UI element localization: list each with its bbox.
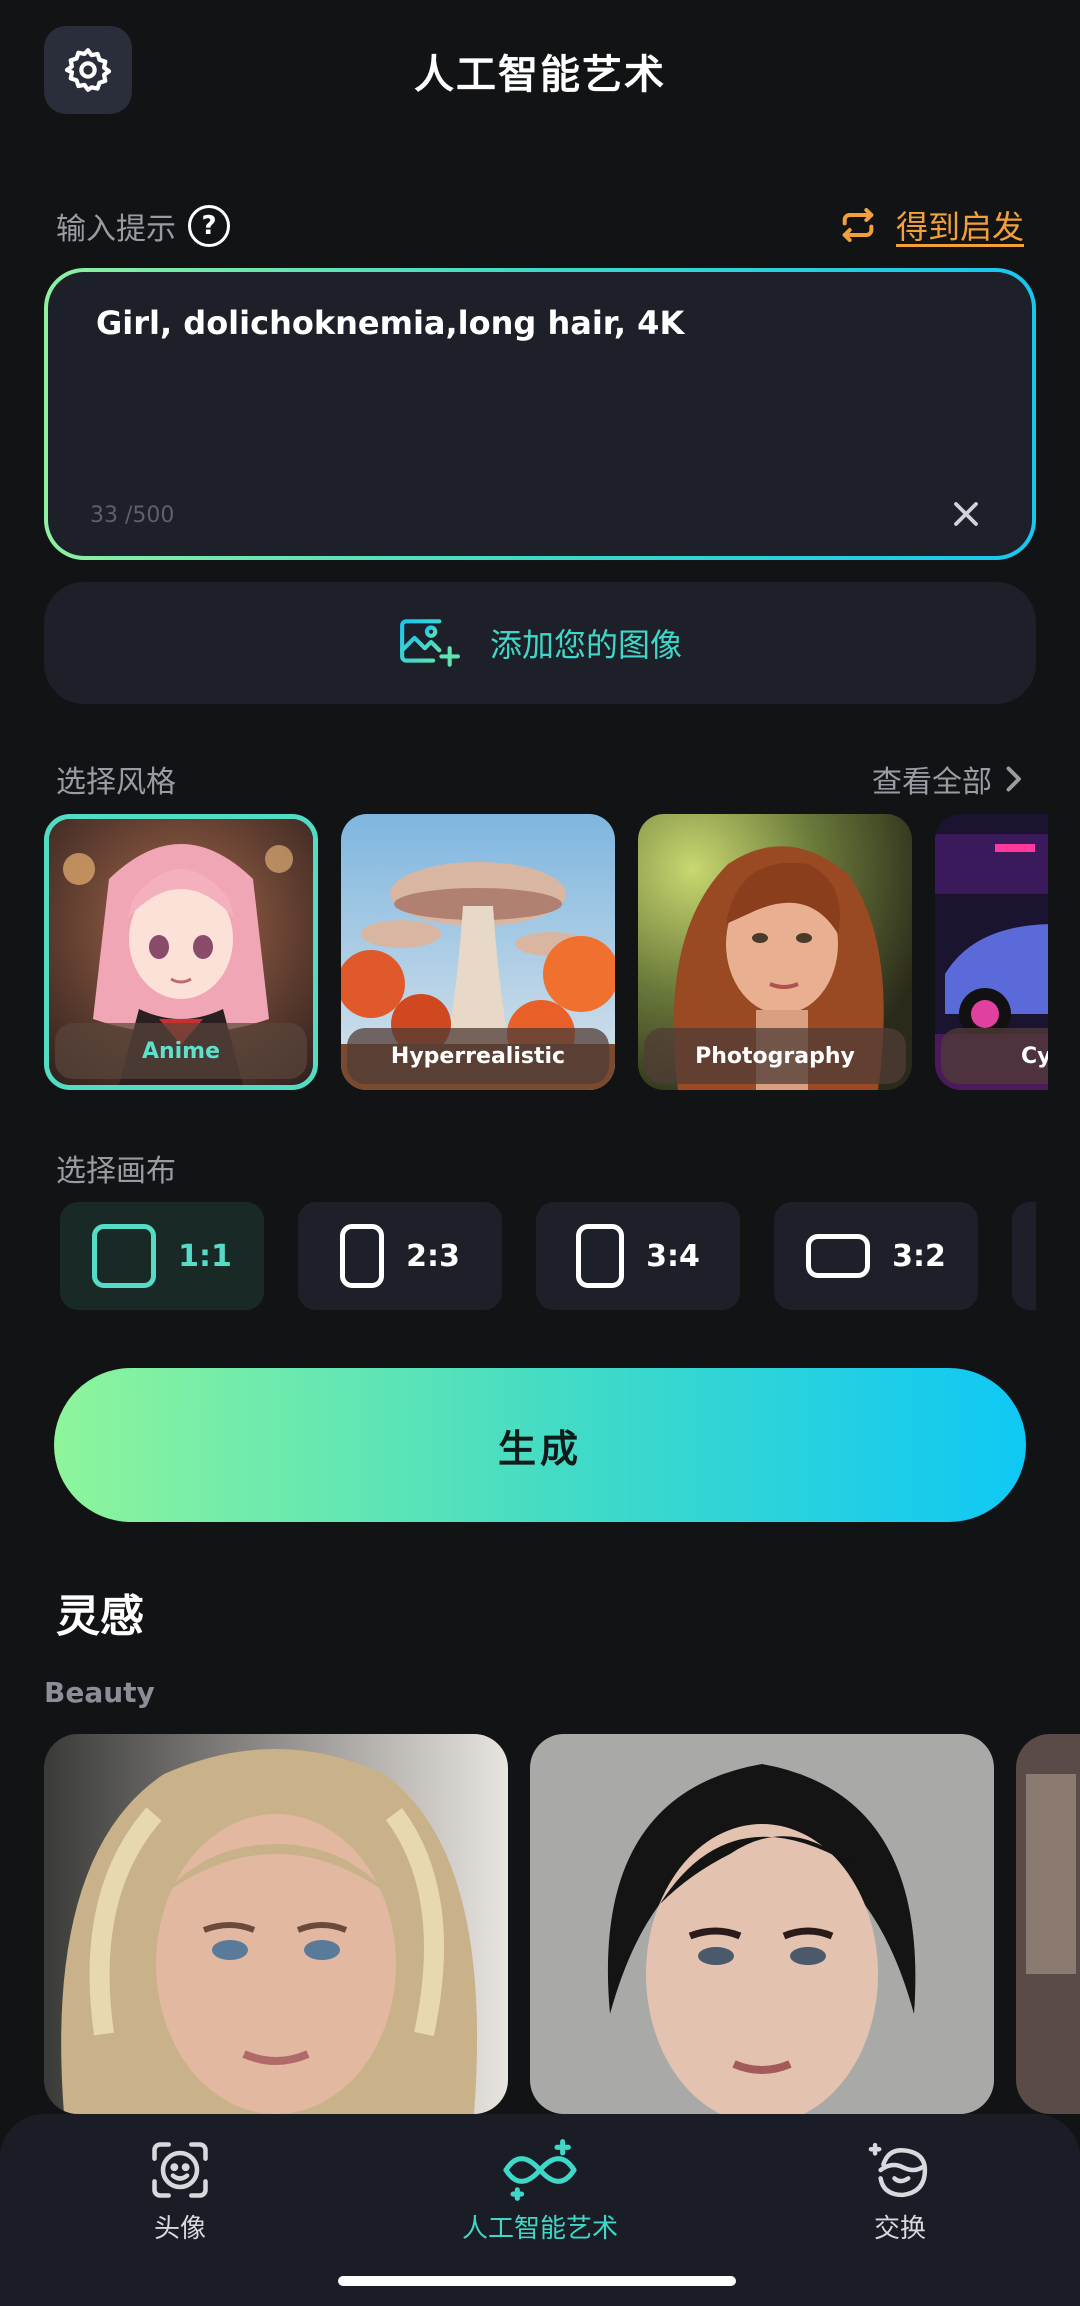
ratio-label: 2:3	[406, 1238, 460, 1274]
ratio-3-4-button[interactable]: 3:4	[536, 1202, 740, 1310]
inspiration-card[interactable]	[1016, 1734, 1080, 2114]
question-icon[interactable]: ?	[188, 205, 230, 247]
close-icon	[954, 502, 978, 526]
add-image-button[interactable]: 添加您的图像	[44, 582, 1036, 704]
ratio-label: 1:1	[178, 1238, 232, 1274]
canvas-ratio-selector[interactable]: 1:1 2:3 3:4 3:2	[60, 1202, 1036, 1312]
get-inspired-label: 得到启发	[895, 208, 1024, 246]
nav-item-ai-art[interactable]: 人工智能艺术	[430, 2136, 650, 2245]
square-icon	[92, 1224, 157, 1288]
face-swap-icon	[868, 2142, 928, 2198]
inspiration-title: 灵感	[56, 1591, 144, 1642]
ratio-2-3-button[interactable]: 2:3	[298, 1202, 502, 1310]
clear-button[interactable]	[946, 494, 986, 534]
ai-art-icon	[503, 2139, 577, 2201]
style-section-label: 选择风格	[56, 765, 176, 800]
prompt-label-text: 输入提示	[56, 212, 176, 247]
ratio-1-1-button[interactable]: 1:1	[60, 1202, 264, 1310]
prompt-input[interactable]: Girl, dolichoknemia,long hair, 4K	[96, 304, 684, 342]
prompt-label: 输入提示 ?	[56, 204, 230, 248]
beauty-portrait-image	[44, 1734, 508, 2114]
beauty-portrait-image	[1016, 1734, 1080, 2114]
nav-item-swap[interactable]: 交换	[790, 2136, 1010, 2245]
home-indicator	[338, 2276, 736, 2286]
beauty-portrait-image	[530, 1734, 994, 2114]
style-card-cyl[interactable]: Cyl	[935, 814, 1048, 1090]
portrait-icon	[576, 1224, 625, 1288]
repeat-icon	[842, 208, 874, 242]
nav-item-avatar[interactable]: 头像	[70, 2136, 290, 2245]
prompt-input-inner[interactable]: Girl, dolichoknemia,long hair, 4K 33 /50…	[48, 272, 1032, 556]
add-image-label: 添加您的图像	[489, 626, 682, 664]
header: 人工智能艺术	[0, 0, 1080, 140]
style-caption: Hyperrealistic	[347, 1028, 609, 1084]
nav-label: 头像	[153, 2214, 206, 2244]
style-carousel[interactable]: Anime Hyperrealistic Photography Cy	[44, 814, 1048, 1094]
style-card-hyperrealistic[interactable]: Hyperrealistic	[341, 814, 615, 1090]
page-title: 人工智能艺术	[414, 52, 666, 98]
char-count: 33 /500	[90, 503, 175, 528]
nav-label: 交换	[873, 2214, 926, 2244]
ratio-more-button[interactable]	[1012, 1202, 1036, 1310]
inspiration-card[interactable]	[530, 1734, 994, 2114]
add-image-icon	[400, 619, 460, 667]
portrait-icon	[340, 1224, 385, 1288]
category-label: Beauty	[44, 1676, 155, 1709]
ratio-label: 3:2	[892, 1238, 946, 1274]
style-caption: Anime	[55, 1023, 307, 1079]
style-caption: Photography	[644, 1028, 906, 1084]
ratio-label: 3:4	[646, 1238, 700, 1274]
inspiration-card[interactable]	[44, 1734, 508, 2114]
canvas-section-label: 选择画布	[56, 1154, 176, 1189]
nav-label: 人工智能艺术	[461, 2214, 618, 2244]
prompt-input-box[interactable]: Girl, dolichoknemia,long hair, 4K 33 /50…	[44, 268, 1036, 560]
chevron-right-icon	[1006, 766, 1021, 792]
style-caption: Cyl	[941, 1028, 1048, 1084]
generate-button[interactable]: 生成	[54, 1368, 1026, 1522]
landscape-icon	[806, 1234, 871, 1278]
face-frame-icon	[152, 2142, 208, 2198]
view-all-label: 查看全部	[872, 765, 992, 800]
style-card-anime[interactable]: Anime	[44, 814, 318, 1090]
inspiration-gallery[interactable]	[44, 1734, 1080, 2114]
view-all-button[interactable]: 查看全部	[872, 757, 1024, 801]
get-inspired-button[interactable]: 得到启发	[838, 202, 1024, 248]
style-card-photography[interactable]: Photography	[638, 814, 912, 1090]
ratio-3-2-button[interactable]: 3:2	[774, 1202, 978, 1310]
